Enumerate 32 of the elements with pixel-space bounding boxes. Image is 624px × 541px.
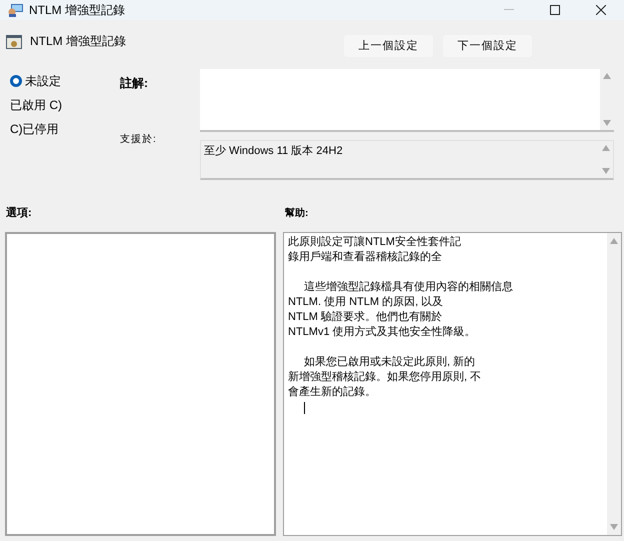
comment-label: 註解: xyxy=(120,75,149,88)
scroll-up-icon[interactable] xyxy=(610,238,618,244)
supported-field: 至少 Windows 11 版本 24H2 xyxy=(200,140,614,180)
policy-icon xyxy=(6,34,22,50)
help-text-line: 此原則設定可讓NTLM安全性套件記 xyxy=(288,235,462,250)
scroll-down-icon[interactable] xyxy=(603,120,611,126)
help-text-line: 會產生新的記錄。 xyxy=(288,385,377,400)
help-text-line: NTLM 驗證要求。他們也有關於 xyxy=(288,310,443,325)
nav-button[interactable]: 下一個設定 xyxy=(443,35,532,57)
scroll-up-icon[interactable] xyxy=(602,145,610,151)
help-label: 幫助: xyxy=(285,208,308,219)
help-text-line: 錄用戶端和查看器稽核記錄的全 xyxy=(288,250,443,265)
nav-button[interactable]: 上一個設定 xyxy=(344,35,433,57)
help-text-line: NTLM. 使用 NTLM 的原因, 以及 xyxy=(288,295,444,310)
supported-label: 支援於: xyxy=(120,132,158,147)
radio-option[interactable]: C)已停用 xyxy=(10,121,120,137)
window-title: NTLM 增強型記錄 xyxy=(29,2,125,19)
help-text-line: NTLMv1 使用方式及其他安全性降級。 xyxy=(288,325,477,340)
help-text-line: 如果您已啟用或未設定此原則, 新的 xyxy=(303,355,476,370)
options-label: 選項: xyxy=(6,207,32,219)
help-text-line: 這些增強型記錄檔具有使用內容的相關信息 xyxy=(303,280,514,295)
scrollbar[interactable] xyxy=(607,233,621,535)
radio-option[interactable]: 未設定 xyxy=(10,73,120,89)
radio-option[interactable]: 已啟用 C) xyxy=(10,97,120,113)
scroll-down-icon[interactable] xyxy=(610,524,618,530)
text-cursor xyxy=(304,402,305,414)
scroll-down-icon[interactable] xyxy=(602,168,610,174)
policy-title: NTLM 增強型記錄 xyxy=(30,33,126,50)
comment-field[interactable] xyxy=(200,69,614,132)
scroll-up-icon[interactable] xyxy=(603,73,611,79)
computer-icon xyxy=(8,3,24,17)
help-text-line: 新增強型稽核記錄。如果您停用原則, 不 xyxy=(288,370,482,385)
